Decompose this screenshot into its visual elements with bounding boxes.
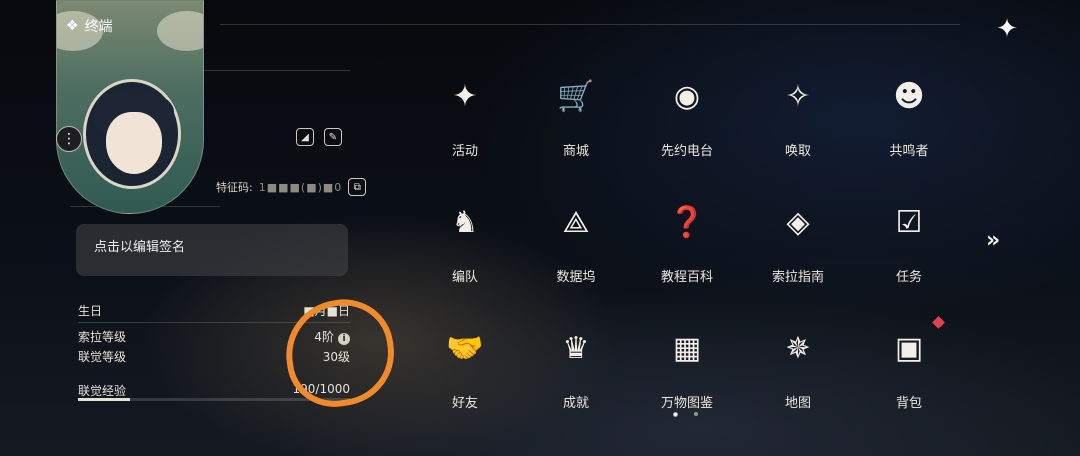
menu-item-label: 先约电台	[660, 144, 713, 159]
map-compass-icon: ✵	[785, 330, 811, 366]
shop-cart-icon: 🛒	[557, 78, 595, 114]
menu-item-3[interactable]: ✧ 唤取	[743, 70, 853, 170]
handshake-icon: 🤝	[446, 330, 484, 366]
double-chevron-right-icon[interactable]: »	[986, 228, 1000, 253]
signature-placeholder: 点击以编辑签名	[94, 240, 186, 255]
menu-item-label: 好友	[451, 396, 478, 411]
menu-item-2[interactable]: ◉ 先约电台	[632, 70, 742, 170]
menu-item-13[interactable]: ✵ 地图	[743, 322, 853, 422]
stat-label: 联觉等级	[78, 350, 127, 364]
menu-item-9[interactable]: ☑ 任务	[854, 196, 964, 296]
menu-item-label: 索拉指南	[771, 270, 824, 285]
diamond-cluster-icon: ❖	[66, 18, 79, 34]
team-icon: ♞	[451, 204, 479, 240]
radio-icon: ◉	[673, 78, 701, 114]
tutorial-book-icon: ❓	[668, 204, 706, 240]
page-dot[interactable]	[694, 412, 698, 416]
profile-tool-icons: ◢ ✎	[296, 128, 342, 146]
menu-item-label: 教程百科	[660, 270, 713, 285]
menu-item-6[interactable]: ⟁ 数据坞	[521, 196, 631, 296]
activity-icon: ✦	[452, 78, 478, 114]
menu-item-label: 编队	[451, 270, 478, 285]
terminal-title-text: 终端	[84, 19, 113, 35]
signature-edit-box[interactable]: 点击以编辑签名	[76, 224, 348, 276]
player-id-value: 1■■■(■)■0	[258, 180, 343, 194]
menu-item-0[interactable]: ✦ 活动	[410, 70, 520, 170]
page-dot-active[interactable]	[673, 412, 678, 417]
summon-compass-icon: ✧	[785, 78, 811, 114]
avatar-face	[106, 112, 162, 174]
menu-item-label: 共鸣者	[889, 144, 929, 159]
terminal-title: ❖ 终端	[66, 16, 113, 36]
backpack-icon: ▣	[894, 330, 924, 366]
profile-card-icon[interactable]: ◢	[296, 128, 314, 146]
data-dock-icon: ⟁	[562, 204, 590, 240]
menu-item-label: 活动	[451, 144, 478, 159]
menu-item-label: 任务	[895, 270, 922, 285]
frame-line-profile	[200, 70, 350, 71]
menu-item-label: 唤取	[784, 144, 811, 159]
page-indicator	[673, 412, 698, 417]
menu-item-14[interactable]: ▣ 背包	[854, 322, 964, 422]
trophy-icon: ♛	[562, 330, 590, 366]
copy-id-icon[interactable]: ⧉	[348, 178, 367, 196]
menu-item-8[interactable]: ◈ 索拉指南	[743, 196, 853, 296]
menu-item-label: 背包	[895, 396, 922, 411]
stat-label: 生日	[78, 304, 103, 318]
menu-item-label: 万物图鉴	[660, 396, 713, 411]
more-options-button[interactable]: ⋮	[56, 126, 82, 152]
wing-decoration-right	[157, 11, 203, 51]
menu-item-4[interactable]: ☻ 共鸣者	[854, 70, 964, 170]
stat-label: 索拉等级	[78, 330, 127, 344]
edit-name-icon[interactable]: ✎	[324, 128, 342, 146]
resonator-icon: ☻	[893, 78, 925, 114]
frame-line-top	[220, 24, 960, 25]
menu-item-label: 数据坞	[556, 270, 596, 285]
menu-item-12[interactable]: ▦ 万物图鉴	[632, 322, 742, 422]
menu-item-11[interactable]: ♛ 成就	[521, 322, 631, 422]
player-id-row: 特征码: 1■■■(■)■0 ⧉	[216, 178, 367, 196]
stat-label: 联觉经验	[78, 384, 127, 398]
cards-icon: ▦	[672, 330, 702, 366]
quest-icon: ☑	[895, 204, 923, 240]
vertical-dots-icon: ⋮	[62, 131, 76, 147]
avatar	[83, 79, 181, 189]
menu-item-label: 成就	[562, 396, 589, 411]
menu-item-1[interactable]: 🛒 商城	[521, 70, 631, 170]
function-menu-grid: ✦ 活动 🛒 商城 ◉ 先约电台 ✧ 唤取 ☻ 共鸣者 ♞ 编队 ⟁ 数据坞 ❓ 教程百科 ◈ 索拉指南 ☑ 任务 🤝 好…	[410, 70, 970, 420]
menu-item-label: 地图	[784, 396, 811, 411]
menu-item-label: 商城	[562, 144, 589, 159]
menu-item-10[interactable]: 🤝 好友	[410, 322, 520, 422]
guide-book-icon: ◈	[786, 204, 810, 240]
exp-progress-fill	[78, 398, 130, 401]
player-id-label: 特征码:	[216, 181, 253, 194]
menu-item-7[interactable]: ❓ 教程百科	[632, 196, 742, 296]
menu-item-5[interactable]: ♞ 编队	[410, 196, 520, 296]
sparkle-close-icon[interactable]: ✦	[994, 16, 1020, 42]
